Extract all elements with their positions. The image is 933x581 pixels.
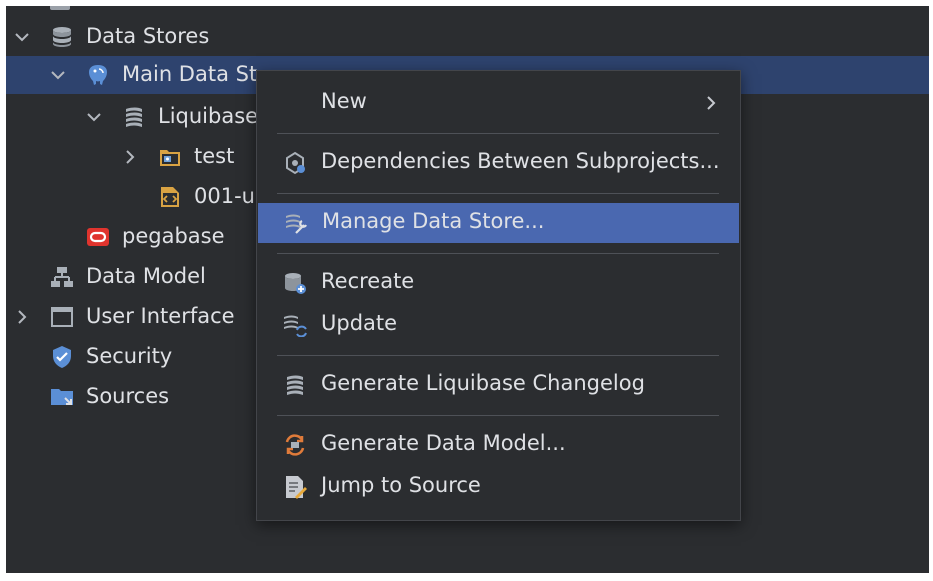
- postgresql-icon: [89, 65, 107, 85]
- menu-item-label: Dependencies Between Subprojects...: [321, 149, 720, 173]
- tree-item-label: Main Data St: [122, 62, 258, 86]
- menu-separator: [277, 355, 719, 356]
- menu-item-jump-to-source[interactable]: Jump to Source: [257, 467, 740, 507]
- chevron-down-icon[interactable]: [86, 109, 102, 125]
- menu-item-label: Recreate: [321, 269, 415, 293]
- menu-separator: [277, 415, 719, 416]
- dependencies-icon: [286, 151, 305, 175]
- update-icon: [284, 315, 307, 337]
- chevron-right-icon[interactable]: [14, 309, 30, 325]
- tree-item-label: Sources: [86, 384, 170, 408]
- menu-item-generate-data-model[interactable]: Generate Data Model...: [257, 425, 740, 465]
- menu-item-label: New: [321, 89, 367, 113]
- oracle-icon: [87, 228, 109, 246]
- menu-item-dependencies[interactable]: Dependencies Between Subprojects...: [257, 143, 740, 183]
- menu-item-manage-data-store[interactable]: Manage Data Store...: [258, 203, 739, 243]
- folder-icon: [160, 150, 180, 166]
- menu-item-update[interactable]: Update: [257, 305, 740, 345]
- chevron-down-icon[interactable]: [14, 29, 30, 45]
- tree-item-label: 001-u: [194, 184, 255, 208]
- menu-item-label: Jump to Source: [321, 473, 481, 497]
- menu-item-generate-liquibase-changelog[interactable]: Generate Liquibase Changelog: [257, 365, 740, 405]
- menu-separator: [277, 193, 719, 194]
- sources-folder-icon: [51, 389, 73, 405]
- menu-separator: [277, 253, 719, 254]
- tree-item-label: Data Model: [86, 264, 206, 288]
- tree-item-label: Security: [86, 344, 173, 368]
- tree-item-label: User Interface: [86, 304, 235, 328]
- generate-model-icon: [285, 434, 305, 456]
- window-icon: [51, 307, 73, 327]
- liquibase-icon: [287, 375, 303, 395]
- menu-item-label: Generate Liquibase Changelog: [321, 371, 645, 395]
- tree-item-label: Data Stores: [86, 24, 210, 48]
- project-tree-panel: Data Stores Main Data St Liquibase test …: [6, 6, 929, 573]
- tree-item-label: test: [194, 144, 235, 168]
- chevron-right-icon[interactable]: [122, 149, 138, 165]
- menu-separator: [277, 133, 719, 134]
- context-menu: New Dependencies Between Subprojects... …: [256, 70, 741, 521]
- menu-item-label: Update: [321, 311, 398, 335]
- shield-icon: [53, 346, 71, 368]
- liquibase-icon: [126, 107, 142, 127]
- database-icon: [53, 27, 71, 47]
- changelog-file-icon: [161, 187, 179, 207]
- recreate-icon: [285, 273, 306, 294]
- tree-item-label: Liquibase: [158, 104, 259, 128]
- tree-item-data-stores[interactable]: Data Stores: [6, 19, 929, 55]
- tree-row-partial: [50, 6, 70, 10]
- chevron-right-icon: [707, 96, 716, 110]
- menu-item-recreate[interactable]: Recreate: [257, 263, 740, 303]
- jump-to-source-icon: [286, 476, 307, 499]
- data-model-icon: [51, 267, 73, 287]
- menu-item-new[interactable]: New: [257, 83, 740, 123]
- tree-item-label: pegabase: [122, 224, 225, 248]
- manage-datastore-icon: [286, 214, 307, 234]
- menu-item-label: Generate Data Model...: [321, 431, 566, 455]
- menu-item-label: Manage Data Store...: [322, 209, 545, 233]
- chevron-down-icon[interactable]: [50, 67, 66, 83]
